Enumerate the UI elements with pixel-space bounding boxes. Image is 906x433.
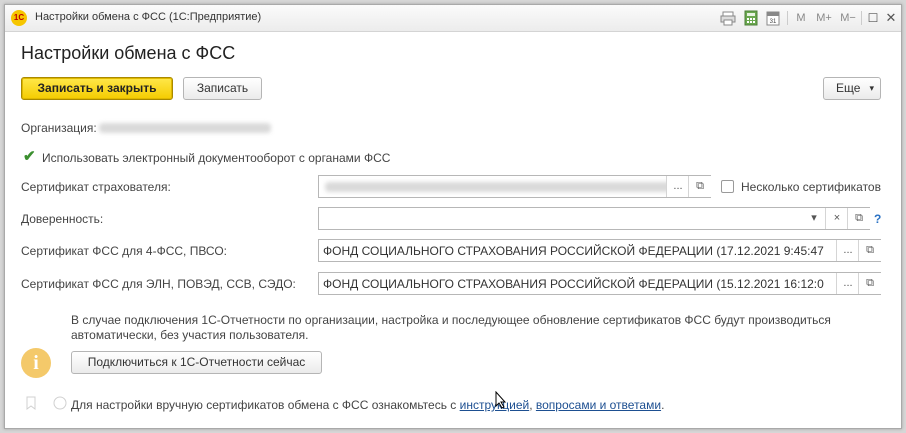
footer-end: .: [661, 398, 665, 412]
info-text-line2: автоматически, без участия пользователя.: [71, 328, 309, 342]
insurer-cert-field[interactable]: ... ⧉: [318, 175, 711, 198]
page-title: Настройки обмена с ФСС: [21, 43, 236, 63]
more-label: Еще: [836, 81, 861, 95]
mouse-cursor-icon: [495, 391, 507, 409]
svg-text:31: 31: [770, 19, 777, 25]
insurer-cert-label: Сертификат страхователя:: [21, 180, 171, 194]
organization-label: Организация:: [21, 121, 97, 135]
calendar-icon[interactable]: 31: [765, 9, 781, 27]
close-button[interactable]: ✕: [883, 9, 899, 27]
memory-plus-button[interactable]: M+: [814, 9, 834, 27]
maximize-button[interactable]: ☐: [865, 9, 881, 27]
open-icon[interactable]: ⧉: [858, 273, 881, 294]
open-icon[interactable]: ⧉: [847, 208, 870, 229]
power-of-attorney-label: Доверенность:: [21, 212, 104, 226]
edo-checkbox-label: Использовать электронный документооборот…: [42, 151, 391, 165]
footer-separator: ,: [529, 398, 536, 412]
cert-4fss-value: ФОНД СОЦИАЛЬНОГО СТРАХОВАНИЯ РОССИЙСКОЙ …: [323, 244, 824, 258]
help-icon[interactable]: ?: [874, 212, 881, 226]
cert-eln-value: ФОНД СОЦИАЛЬНОГО СТРАХОВАНИЯ РОССИЙСКОЙ …: [323, 277, 824, 291]
open-icon[interactable]: ⧉: [688, 176, 711, 197]
cert-eln-label: Сертификат ФСС для ЭЛН, ПОВЭД, ССВ, СЭДО…: [21, 277, 296, 291]
edo-checkbox[interactable]: ✔: [23, 148, 37, 165]
ellipsis-button[interactable]: ...: [836, 273, 859, 294]
memory-button[interactable]: M: [794, 9, 808, 27]
save-button[interactable]: Записать: [183, 77, 262, 100]
dropdown-icon[interactable]: ▾: [803, 208, 825, 229]
open-icon[interactable]: ⧉: [858, 240, 881, 261]
print-icon[interactable]: [720, 9, 736, 27]
power-of-attorney-field[interactable]: ▾ × ⧉: [318, 207, 870, 230]
footer-text: Для настройки вручную сертификатов обмен…: [71, 398, 664, 412]
title-bar: 1С Настройки обмена с ФСС (1С:Предприяти…: [5, 5, 901, 32]
insurer-cert-value-redacted: [325, 182, 675, 192]
toolbar-separator: [861, 11, 862, 25]
multiple-certs-label: Несколько сертификатов: [741, 180, 881, 194]
info-icon: i: [21, 348, 51, 378]
toolbar-separator: [787, 11, 788, 25]
faq-link[interactable]: вопросами и ответами: [536, 398, 661, 412]
settings-window: 1С Настройки обмена с ФСС (1С:Предприяти…: [4, 4, 902, 429]
save-and-close-button[interactable]: Записать и закрыть: [21, 77, 173, 100]
clock-icon: [53, 396, 67, 410]
app-logo: 1С: [11, 10, 27, 26]
chevron-down-icon: ▾: [869, 83, 874, 93]
footer-prefix: Для настройки вручную сертификатов обмен…: [71, 398, 460, 412]
cert-4fss-field[interactable]: ФОНД СОЦИАЛЬНОГО СТРАХОВАНИЯ РОССИЙСКОЙ …: [318, 239, 881, 262]
ellipsis-button[interactable]: ...: [836, 240, 859, 261]
info-text-line1: В случае подключения 1С-Отчетности по ор…: [71, 313, 831, 327]
organization-value-redacted: [99, 123, 271, 133]
calculator-icon[interactable]: [743, 9, 759, 27]
bookmark-icon: [26, 396, 36, 410]
checkmark-icon: ✔: [23, 148, 36, 165]
ellipsis-button[interactable]: ...: [666, 176, 689, 197]
clear-icon[interactable]: ×: [825, 208, 848, 229]
memory-minus-button[interactable]: M−: [838, 9, 858, 27]
connect-reporting-button[interactable]: Подключиться к 1С-Отчетности сейчас: [71, 351, 322, 374]
cert-eln-field[interactable]: ФОНД СОЦИАЛЬНОГО СТРАХОВАНИЯ РОССИЙСКОЙ …: [318, 272, 881, 295]
window-title: Настройки обмена с ФСС (1С:Предприятие): [35, 11, 262, 23]
multiple-certs-checkbox[interactable]: [721, 180, 734, 193]
more-menu-button[interactable]: Еще ▾: [823, 77, 881, 100]
cert-4fss-label: Сертификат ФСС для 4-ФСС, ПВСО:: [21, 244, 227, 258]
